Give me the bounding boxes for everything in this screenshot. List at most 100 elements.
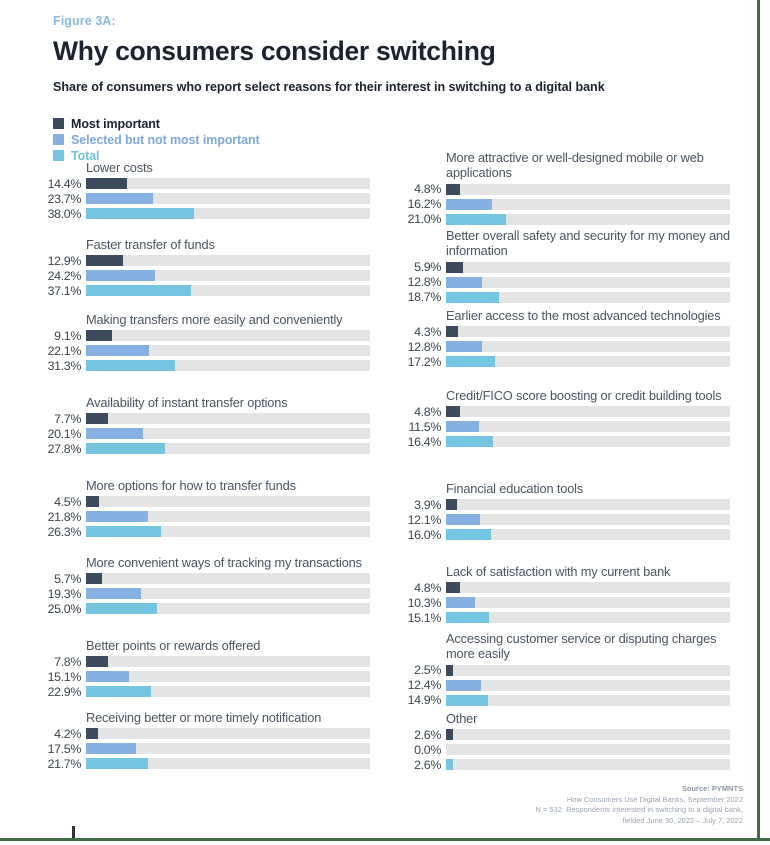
bar-value-label: 20.1% — [47, 426, 82, 441]
bar-group: More options for how to transfer funds 4.… — [46, 478, 376, 539]
bar-row: 7.7% — [46, 412, 376, 426]
bar-value-label: 0.0% — [414, 742, 441, 757]
bar-value-label: 2.6% — [414, 757, 441, 772]
bar-fill — [86, 728, 98, 740]
bar-track — [86, 428, 370, 440]
bar-row: 12.8% — [406, 275, 736, 289]
bar-track — [446, 759, 730, 771]
bar-value-label: 9.1% — [54, 328, 81, 343]
bar-fill — [86, 671, 129, 683]
bar-value-label: 21.8% — [47, 509, 82, 524]
bar-group: Accessing customer service or disputing … — [406, 631, 736, 707]
bar-track — [86, 496, 370, 508]
bar-group: Better overall safety and security for m… — [406, 228, 736, 304]
bar-track — [446, 612, 730, 624]
bar-fill — [446, 213, 506, 225]
bar-fill — [86, 428, 144, 440]
bar-row: 12.4% — [406, 678, 736, 692]
bar-value-label: 16.2% — [407, 197, 442, 212]
legend-swatch-icon — [53, 134, 64, 145]
bar-row: 26.3% — [46, 525, 376, 539]
bar-track — [446, 597, 730, 609]
chart-footer: Source: PYMNTS How Consumers Use Digital… — [535, 784, 743, 826]
bar-value-label: 17.5% — [47, 741, 82, 756]
bar-track — [86, 728, 370, 740]
bar-row: 17.5% — [46, 741, 376, 756]
bar-fill — [446, 341, 483, 353]
bar-fill — [86, 285, 192, 297]
bar-value-label: 15.1% — [47, 669, 82, 684]
bar-value-label: 25.0% — [47, 601, 82, 616]
bar-track — [446, 679, 730, 691]
bar-value-label: 10.3% — [407, 595, 442, 610]
bar-value-label: 2.6% — [414, 727, 441, 742]
legend-swatch-icon — [53, 118, 64, 129]
bar-fill — [446, 514, 481, 526]
chart-legend: Most important Selected but not most impo… — [53, 116, 260, 164]
bar-group-label: Financial education tools — [446, 481, 584, 496]
bar-group: Lower costs 14.4% 23.7% 38.0% — [46, 160, 376, 221]
bar-row: 16.2% — [406, 197, 736, 212]
bar-fill — [446, 499, 458, 511]
bar-fill — [446, 759, 454, 771]
bar-track — [86, 413, 370, 425]
bar-fill — [86, 758, 148, 770]
bar-track — [446, 729, 730, 741]
bar-track — [86, 526, 370, 538]
bar-value-label: 16.4% — [407, 434, 442, 449]
bar-group-label: Accessing customer service or disputing … — [446, 631, 717, 662]
bar-track — [446, 664, 730, 676]
bar-fill — [446, 276, 483, 288]
bar-value-label: 17.2% — [407, 354, 442, 369]
bar-row: 7.8% — [46, 655, 376, 669]
bar-row: 22.1% — [46, 344, 376, 358]
bar-track — [446, 198, 730, 210]
bar-fill — [86, 526, 161, 538]
bar-group: Making transfers more easily and conveni… — [46, 312, 376, 373]
bar-track — [86, 743, 370, 755]
bar-group: More attractive or well-designed mobile … — [406, 150, 736, 226]
bar-row: 21.7% — [46, 757, 376, 771]
bar-fill — [86, 603, 157, 615]
bar-value-label: 4.5% — [54, 494, 81, 509]
bar-track — [446, 421, 730, 433]
bar-track — [86, 270, 370, 282]
bar-track — [446, 582, 730, 594]
bar-fill — [446, 729, 454, 741]
bar-track — [86, 656, 370, 668]
bar-track — [446, 326, 730, 338]
bar-track — [86, 193, 370, 205]
bar-row: 25.0% — [46, 601, 376, 616]
bar-track — [446, 436, 730, 448]
bar-value-label: 18.7% — [407, 290, 442, 305]
bar-track — [86, 255, 370, 267]
bar-value-label: 24.2% — [47, 268, 82, 283]
bar-fill — [86, 360, 175, 372]
bar-track — [86, 588, 370, 600]
legend-item: Most important — [53, 116, 260, 131]
bar-value-label: 37.1% — [47, 283, 82, 298]
bar-row: 23.7% — [46, 192, 376, 206]
bar-group: Lack of satisfaction with my current ban… — [406, 564, 736, 625]
bar-row: 16.0% — [406, 527, 736, 542]
bar-track — [446, 514, 730, 526]
bar-fill — [446, 436, 493, 448]
bar-value-label: 16.0% — [407, 527, 442, 542]
bar-group-label: Lack of satisfaction with my current ban… — [446, 564, 671, 579]
bar-value-label: 14.9% — [407, 693, 442, 708]
bar-track — [86, 178, 370, 190]
bar-track — [446, 744, 730, 756]
bar-row: 17.2% — [406, 354, 736, 369]
bar-fill — [446, 679, 482, 691]
bar-fill — [446, 421, 479, 433]
bar-fill — [446, 261, 463, 273]
bar-track — [86, 758, 370, 770]
bar-row: 2.5% — [406, 663, 736, 677]
bar-value-label: 12.8% — [407, 339, 442, 354]
bar-group: Better points or rewards offered 7.8% 15.1… — [46, 638, 376, 699]
legend-label: Most important — [71, 116, 160, 131]
bar-row: 24.2% — [46, 268, 376, 283]
bar-track — [86, 511, 370, 523]
bar-fill — [86, 345, 149, 357]
bar-value-label: 14.4% — [47, 176, 82, 191]
